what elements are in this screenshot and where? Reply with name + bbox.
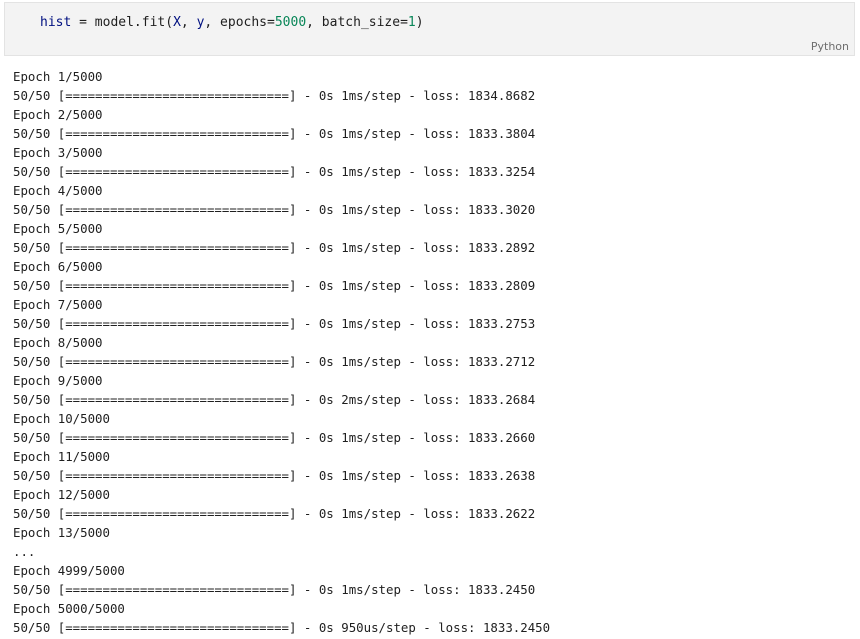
output-line: 50/50 [==============================] -… xyxy=(13,316,536,331)
output-line: Epoch 3/5000 xyxy=(13,145,103,160)
code-arg-x: X xyxy=(173,15,181,30)
output-line: ... xyxy=(13,544,36,559)
output-line: 50/50 [==============================] -… xyxy=(13,506,536,521)
output-line: Epoch 10/5000 xyxy=(13,411,110,426)
output-line: Epoch 5000/5000 xyxy=(13,601,125,616)
code-line[interactable]: hist = model.fit(X, y, epochs=5000, batc… xyxy=(40,14,424,32)
output-line: Epoch 11/5000 xyxy=(13,449,110,464)
output-line: Epoch 9/5000 xyxy=(13,373,103,388)
output-line: 50/50 [==============================] -… xyxy=(13,392,536,407)
code-equals: = xyxy=(71,15,95,30)
code-sep-2: , epochs= xyxy=(204,15,275,30)
output-line: Epoch 1/5000 xyxy=(13,69,103,84)
output-line: 50/50 [==============================] -… xyxy=(13,88,536,103)
code-sep-3: , batch_size= xyxy=(306,15,408,30)
output-line: 50/50 [==============================] -… xyxy=(13,430,536,445)
output-line: 50/50 [==============================] -… xyxy=(13,126,536,141)
output-line: 50/50 [==============================] -… xyxy=(13,468,536,483)
cell-output: Epoch 1/5000 50/50 [====================… xyxy=(13,67,550,637)
output-line: Epoch 4999/5000 xyxy=(13,563,125,578)
output-line: 50/50 [==============================] -… xyxy=(13,164,536,179)
code-assign-target: hist xyxy=(40,15,72,30)
cell-language-label[interactable]: Python xyxy=(811,40,849,53)
output-line: 50/50 [==============================] -… xyxy=(13,354,536,369)
output-line: 50/50 [==============================] -… xyxy=(13,582,536,597)
code-batch-size-value: 1 xyxy=(407,15,416,30)
output-line: Epoch 7/5000 xyxy=(13,297,103,312)
output-line: Epoch 13/5000 xyxy=(13,525,110,540)
code-sep-1: , xyxy=(180,15,197,30)
output-line: Epoch 8/5000 xyxy=(13,335,103,350)
code-close-paren: ) xyxy=(415,15,424,30)
output-line: 50/50 [==============================] -… xyxy=(13,620,551,635)
output-line: Epoch 2/5000 xyxy=(13,107,103,122)
output-line: 50/50 [==============================] -… xyxy=(13,240,536,255)
output-line: Epoch 4/5000 xyxy=(13,183,103,198)
output-line: Epoch 6/5000 xyxy=(13,259,103,274)
output-line: Epoch 12/5000 xyxy=(13,487,110,502)
code-epochs-value: 5000 xyxy=(274,15,307,30)
code-call: model.fit( xyxy=(94,15,174,30)
output-line: 50/50 [==============================] -… xyxy=(13,202,536,217)
code-cell[interactable]: hist = model.fit(X, y, epochs=5000, batc… xyxy=(4,2,855,56)
output-line: Epoch 5/5000 xyxy=(13,221,103,236)
output-line: 50/50 [==============================] -… xyxy=(13,278,536,293)
